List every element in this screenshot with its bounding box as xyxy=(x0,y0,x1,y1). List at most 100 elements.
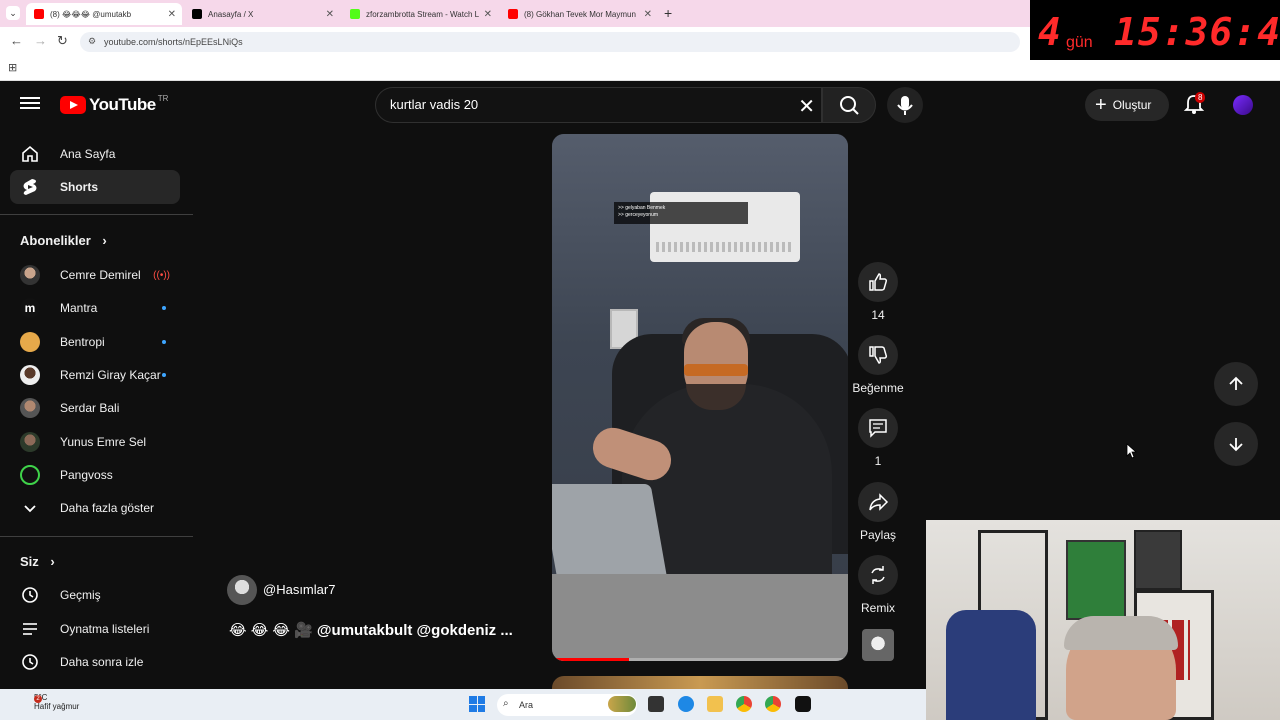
tab-close-icon[interactable]: ✕ xyxy=(326,9,334,20)
subscription-item[interactable]: Remzi Giray Kaçar xyxy=(10,358,180,392)
dislike-button[interactable] xyxy=(858,335,898,375)
thumbs-down-icon xyxy=(869,346,888,364)
caption-line: >> gelyaban Benmek xyxy=(618,205,666,211)
subscription-label: Serdar Bali xyxy=(60,401,120,415)
reload-icon[interactable]: ↻ xyxy=(57,33,68,49)
kick-app-icon[interactable] xyxy=(795,696,811,712)
site-info-icon[interactable]: ⚙ xyxy=(88,36,96,47)
sunglasses xyxy=(684,364,748,376)
bookmark-bar: ⊞ xyxy=(0,57,1280,81)
subscription-label: Pangvoss xyxy=(60,468,113,482)
account-avatar[interactable] xyxy=(1233,95,1253,115)
streamer-cap xyxy=(1064,616,1178,650)
you-heading[interactable]: Siz › xyxy=(20,554,55,569)
windows-taskbar: 2 5°C Hafif yağmur ⌕ Ara xyxy=(0,689,926,720)
file-explorer-icon[interactable] xyxy=(707,696,723,712)
youtube-header: YouTube TR kurtlar vadis 20 ✕ + Oluştur … xyxy=(0,81,1280,129)
previous-short-button[interactable] xyxy=(1214,362,1258,406)
youtube-favicon-icon xyxy=(508,9,518,19)
sidebar-item-label: Geçmiş xyxy=(60,588,101,602)
windows-start-icon[interactable] xyxy=(469,696,485,712)
video-progress-bar[interactable] xyxy=(552,658,848,661)
youtube-logo[interactable]: YouTube TR xyxy=(60,94,168,115)
widget-thumbnail[interactable] xyxy=(608,696,636,712)
like-count: 14 xyxy=(871,308,885,322)
file-app-icon[interactable] xyxy=(648,696,664,712)
next-short-preview[interactable] xyxy=(552,676,848,690)
search-button[interactable] xyxy=(822,87,876,123)
hamburger-menu-icon[interactable] xyxy=(20,94,40,114)
dislike-action: Beğenme xyxy=(852,335,904,395)
subscription-item[interactable]: Pangvoss xyxy=(10,458,180,492)
short-title[interactable]: 😂 😂 😂 🎥 @umutakbult @gokdeniz ... xyxy=(229,621,513,639)
tab-x-home[interactable]: Anasayfa / X ✕ xyxy=(184,3,340,25)
subscription-item[interactable]: Yunus Emre Sel xyxy=(10,425,180,459)
sidebar-item-label: Oynatma listeleri xyxy=(60,622,150,636)
remix-label: Remix xyxy=(860,601,895,615)
comment-icon xyxy=(869,419,887,438)
microphone-icon xyxy=(897,96,913,115)
apps-grid-icon[interactable]: ⊞ xyxy=(8,61,17,74)
football-pitch-frame xyxy=(1066,540,1126,620)
next-short-button[interactable] xyxy=(1214,422,1258,466)
tab-youtube-shorts[interactable]: (8) 😂😂😂 @umutakb ✕ xyxy=(26,3,182,25)
share-button[interactable] xyxy=(858,482,898,522)
sound-source-thumbnail[interactable] xyxy=(862,629,894,661)
tab-kick-stream[interactable]: zforzambrotta Stream - Watch L ✕ xyxy=(342,3,498,25)
edge-browser-icon[interactable] xyxy=(678,696,694,712)
forward-arrow-icon[interactable]: → xyxy=(34,33,47,48)
tab-close-icon[interactable]: ✕ xyxy=(168,9,176,20)
search-box[interactable]: kurtlar vadis 20 ✕ xyxy=(375,87,822,123)
sidebar-item-watch-later[interactable]: Daha sonra izle xyxy=(10,645,180,679)
sidebar-item-playlists[interactable]: Oynatma listeleri xyxy=(10,612,180,646)
subscriptions-heading[interactable]: Abonelikler › xyxy=(20,233,107,248)
subscription-item[interactable]: Cemre Demirel ((•)) xyxy=(10,258,180,292)
sidebar-item-home[interactable]: Ana Sayfa xyxy=(10,137,180,171)
clear-search-icon[interactable]: ✕ xyxy=(798,94,815,119)
channel-avatar xyxy=(20,465,40,485)
x-favicon-icon xyxy=(192,9,202,19)
playlist-icon xyxy=(20,619,40,639)
countdown-days: 4 xyxy=(1038,10,1061,54)
short-channel-name[interactable]: @Hasımlar7 xyxy=(263,582,335,597)
channel-avatar: m xyxy=(20,298,40,318)
voice-search-button[interactable] xyxy=(887,87,923,123)
short-channel-avatar[interactable] xyxy=(227,575,257,605)
streamer-webcam-overlay xyxy=(926,520,1280,720)
subscription-label: Yunus Emre Sel xyxy=(60,435,147,449)
chrome-profile-icon[interactable] xyxy=(765,696,781,712)
countdown-time: 15:36:45 xyxy=(1114,10,1280,54)
like-button[interactable] xyxy=(858,262,898,302)
show-more-button[interactable]: Daha fazla göster xyxy=(10,491,180,525)
sidebar-item-history[interactable]: Geçmiş xyxy=(10,578,180,612)
subscription-item[interactable]: m Mantra xyxy=(10,291,180,325)
arrow-up-icon xyxy=(1229,376,1243,390)
sidebar-item-shorts[interactable]: Shorts xyxy=(10,170,180,204)
url-field[interactable]: ⚙ youtube.com/shorts/nEpEEsLNiQs xyxy=(80,32,1020,52)
create-button[interactable]: + Oluştur xyxy=(1085,89,1169,121)
search-input[interactable]: kurtlar vadis 20 xyxy=(390,97,478,112)
subscription-item[interactable]: Bentropi xyxy=(10,325,180,359)
arrow-down-icon xyxy=(1229,438,1243,452)
new-content-dot xyxy=(162,306,166,310)
channel-avatar xyxy=(20,332,40,352)
back-arrow-icon[interactable]: ← xyxy=(10,33,23,48)
tab-youtube-video[interactable]: (8) Gökhan Tevek Mor Maymun ✕ xyxy=(500,3,658,25)
channel-avatar xyxy=(20,398,40,418)
tab-search-button[interactable]: ⌄ xyxy=(6,6,20,20)
sidebar-item-label: Ana Sayfa xyxy=(60,147,116,161)
shorts-video-player[interactable]: >> gelyaban Benmek >> gerceyeyonum xyxy=(552,134,848,661)
sidebar: Ana Sayfa Shorts Abonelikler › Cemre Dem… xyxy=(0,129,193,689)
comments-button[interactable] xyxy=(858,408,898,448)
chrome-icon[interactable] xyxy=(736,696,752,712)
desk xyxy=(552,574,848,661)
tab-close-icon[interactable]: ✕ xyxy=(644,9,652,20)
tab-close-icon[interactable]: ✕ xyxy=(484,9,492,20)
new-tab-plus-icon[interactable]: + xyxy=(664,5,672,21)
you-title: Siz xyxy=(20,554,39,569)
weather-widget[interactable]: 2 5°C Hafif yağmur xyxy=(12,693,79,711)
subscription-label: Mantra xyxy=(60,301,98,315)
subscription-item[interactable]: Serdar Bali xyxy=(10,391,180,425)
remix-button[interactable] xyxy=(858,555,898,595)
tab-title: (8) 😂😂😂 @umutakb xyxy=(50,9,132,19)
